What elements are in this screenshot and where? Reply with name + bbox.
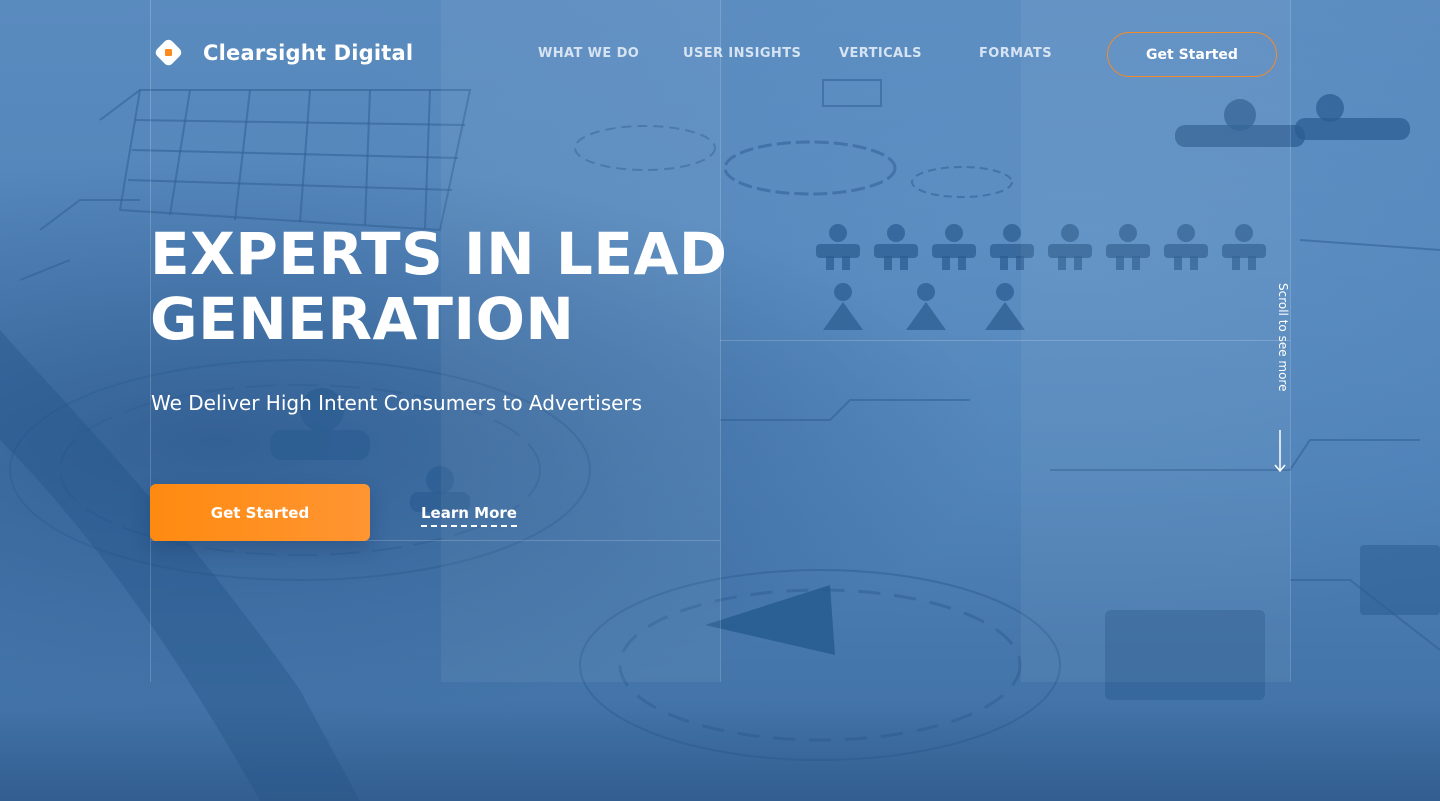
nav-item-user-insights[interactable]: USER INSIGHTS [683, 46, 801, 61]
hero-headline: EXPERTS IN LEAD GENERATION [150, 222, 770, 352]
headline-line-2: GENERATION [150, 285, 575, 353]
layout-column [1021, 0, 1290, 682]
grid-line [720, 340, 1290, 341]
hero-section: Clearsight Digital WHAT WE DO USER INSIG… [0, 0, 1440, 801]
grid-line [1290, 0, 1291, 682]
brand-name: Clearsight Digital [203, 40, 414, 65]
nav-item-what-we-do[interactable]: WHAT WE DO [538, 46, 639, 61]
learn-more-link[interactable]: Learn More [421, 504, 517, 527]
headline-line-1: EXPERTS IN LEAD [150, 220, 728, 288]
scroll-hint-label[interactable]: Scroll to see more [1272, 283, 1290, 413]
hero-get-started-button[interactable]: Get Started [150, 484, 370, 541]
arrow-down-icon[interactable] [1273, 430, 1287, 474]
diamond-logo-icon [153, 37, 184, 68]
nav-item-verticals[interactable]: VERTICALS [839, 46, 922, 61]
brand-logo[interactable]: Clearsight Digital [153, 37, 413, 68]
hero-subheadline: We Deliver High Intent Consumers to Adve… [151, 391, 643, 415]
header-get-started-button[interactable]: Get Started [1107, 32, 1277, 77]
nav-item-formats[interactable]: FORMATS [979, 46, 1052, 61]
bottom-fade [0, 700, 1440, 801]
